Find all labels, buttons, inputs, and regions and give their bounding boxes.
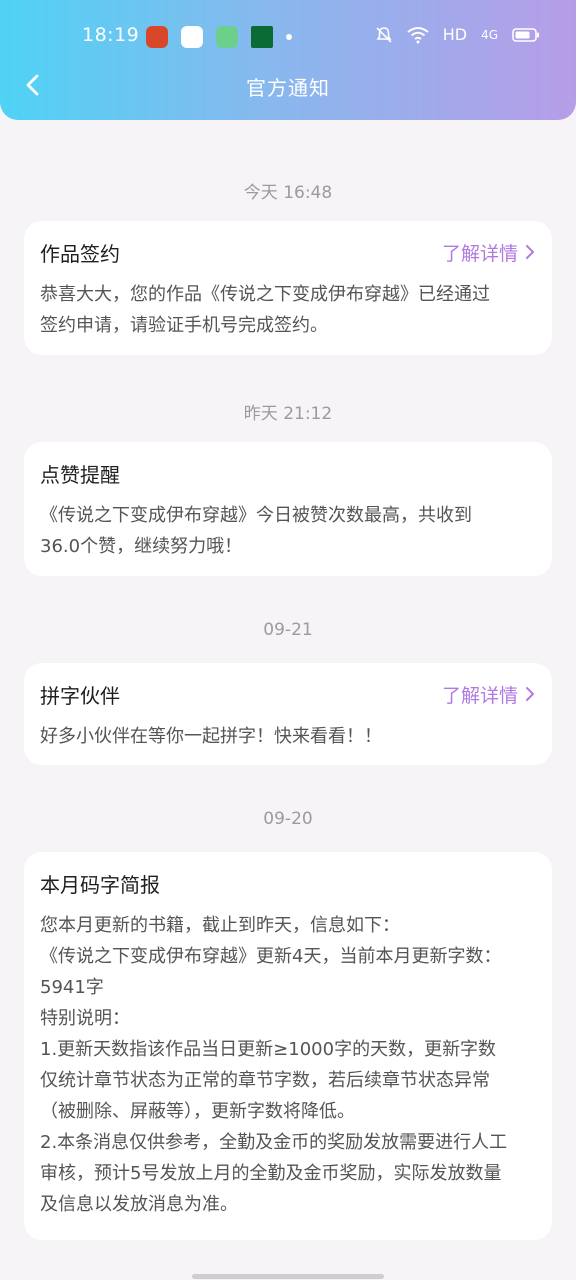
message-body: 恭喜大大，您的作品《传说之下变成伊布穿越》已经通过 签约申请，请验证手机号完成签… — [40, 279, 536, 341]
learn-more-label: 了解详情 — [441, 242, 518, 265]
message-body-line: 审核，预计5号发放上月的全勤及金币奖励，实际发放数量 — [40, 1163, 502, 1184]
message-card[interactable]: 点赞提醒 《传说之下变成伊布穿越》今日被赞次数最高，共收到 36.0个赞，继续努… — [24, 442, 552, 576]
page-title: 官方通知 — [246, 76, 330, 100]
message-body-line: 《传说之下变成伊布穿越》更新4天，当前本月更新字数： — [40, 946, 502, 967]
message-body-line: 特别说明： — [40, 1008, 130, 1029]
wifi-icon — [407, 26, 429, 43]
message-date: 昨天 21:12 — [243, 404, 333, 424]
message-body: 《传说之下变成伊布穿越》今日被赞次数最高，共收到 36.0个赞，继续努力哦！ — [40, 500, 536, 562]
more-notifications-icon — [286, 34, 292, 40]
network-label: HD — [442, 25, 468, 44]
message-title: 拼字伙伴 — [40, 683, 120, 708]
message-body-line: 签约申请，请验证手机号完成签约。 — [40, 315, 328, 336]
chat-app-icon — [216, 26, 238, 48]
message-body-line: 5941字 — [40, 977, 104, 998]
status-bar: 18:19 HD 4G — [0, 18, 576, 54]
message-body-line: （被删除、屏蔽等），更新字数将降低。 — [40, 1101, 355, 1122]
message-body: 好多小伙伴在等你一起拼字！快来看看！！ — [40, 721, 536, 752]
message-body-line: 36.0个赞，继续努力哦！ — [40, 536, 243, 557]
message-body-line: 恭喜大大，您的作品《传说之下变成伊布穿越》已经通过 — [40, 284, 490, 305]
message-body-line: 2.本条消息仅供参考，全勤及金币的奖励发放需要进行人工 — [40, 1132, 508, 1153]
header: 18:19 HD 4G 官方通知 — [0, 0, 576, 120]
status-time: 18:19 — [82, 24, 140, 46]
message-card[interactable]: 拼字伙伴 了解详情 好多小伙伴在等你一起拼字！快来看看！！ — [24, 663, 552, 765]
message-title: 本月码字简报 — [40, 872, 160, 897]
bank-app-icon — [251, 26, 273, 48]
message-date: 今天 16:48 — [243, 183, 333, 203]
message-body-line: 及信息以发放消息为准。 — [40, 1194, 238, 1215]
message-body-line: 1.更新天数指该作品当日更新≥1000字的天数，更新字数 — [40, 1039, 497, 1060]
status-right: HD 4G — [375, 25, 540, 44]
learn-more-link[interactable]: 了解详情 — [442, 681, 536, 708]
message-card[interactable]: 本月码字简报 您本月更新的书籍，截止到昨天，信息如下： 《传说之下变成伊布穿越》… — [24, 852, 552, 1240]
message-card[interactable]: 作品签约 了解详情 恭喜大大，您的作品《传说之下变成伊布穿越》已经通过 签约申请… — [24, 221, 552, 355]
message-body-line: 好多小伙伴在等你一起拼字！快来看看！！ — [40, 726, 382, 747]
mute-icon — [376, 26, 392, 43]
notification-icons — [146, 26, 292, 48]
chevron-right-icon — [526, 245, 534, 259]
nav-bar: 官方通知 — [0, 66, 576, 106]
message-body-line: 仅统计章节状态为正常的章节字数，若后续章节状态异常 — [40, 1070, 490, 1091]
signal-type-label: 4G — [481, 27, 498, 42]
app-notification-icon — [146, 26, 168, 48]
home-indicator[interactable] — [192, 1274, 384, 1279]
message-date: 09-21 — [263, 620, 313, 640]
battery-icon — [512, 27, 539, 42]
chevron-right-icon — [526, 687, 534, 701]
message-body-line: 您本月更新的书籍，截止到昨天，信息如下： — [40, 915, 400, 936]
learn-more-link[interactable]: 了解详情 — [442, 239, 536, 266]
message-date: 09-20 — [263, 809, 313, 829]
message-body-line: 《传说之下变成伊布穿越》今日被赞次数最高，共收到 — [40, 505, 472, 526]
message-title: 点赞提醒 — [40, 462, 120, 487]
video-app-icon — [181, 26, 203, 48]
learn-more-label: 了解详情 — [441, 684, 518, 707]
message-title: 作品签约 — [40, 241, 120, 266]
message-body: 您本月更新的书籍，截止到昨天，信息如下： 《传说之下变成伊布穿越》更新4天，当前… — [40, 910, 536, 1220]
